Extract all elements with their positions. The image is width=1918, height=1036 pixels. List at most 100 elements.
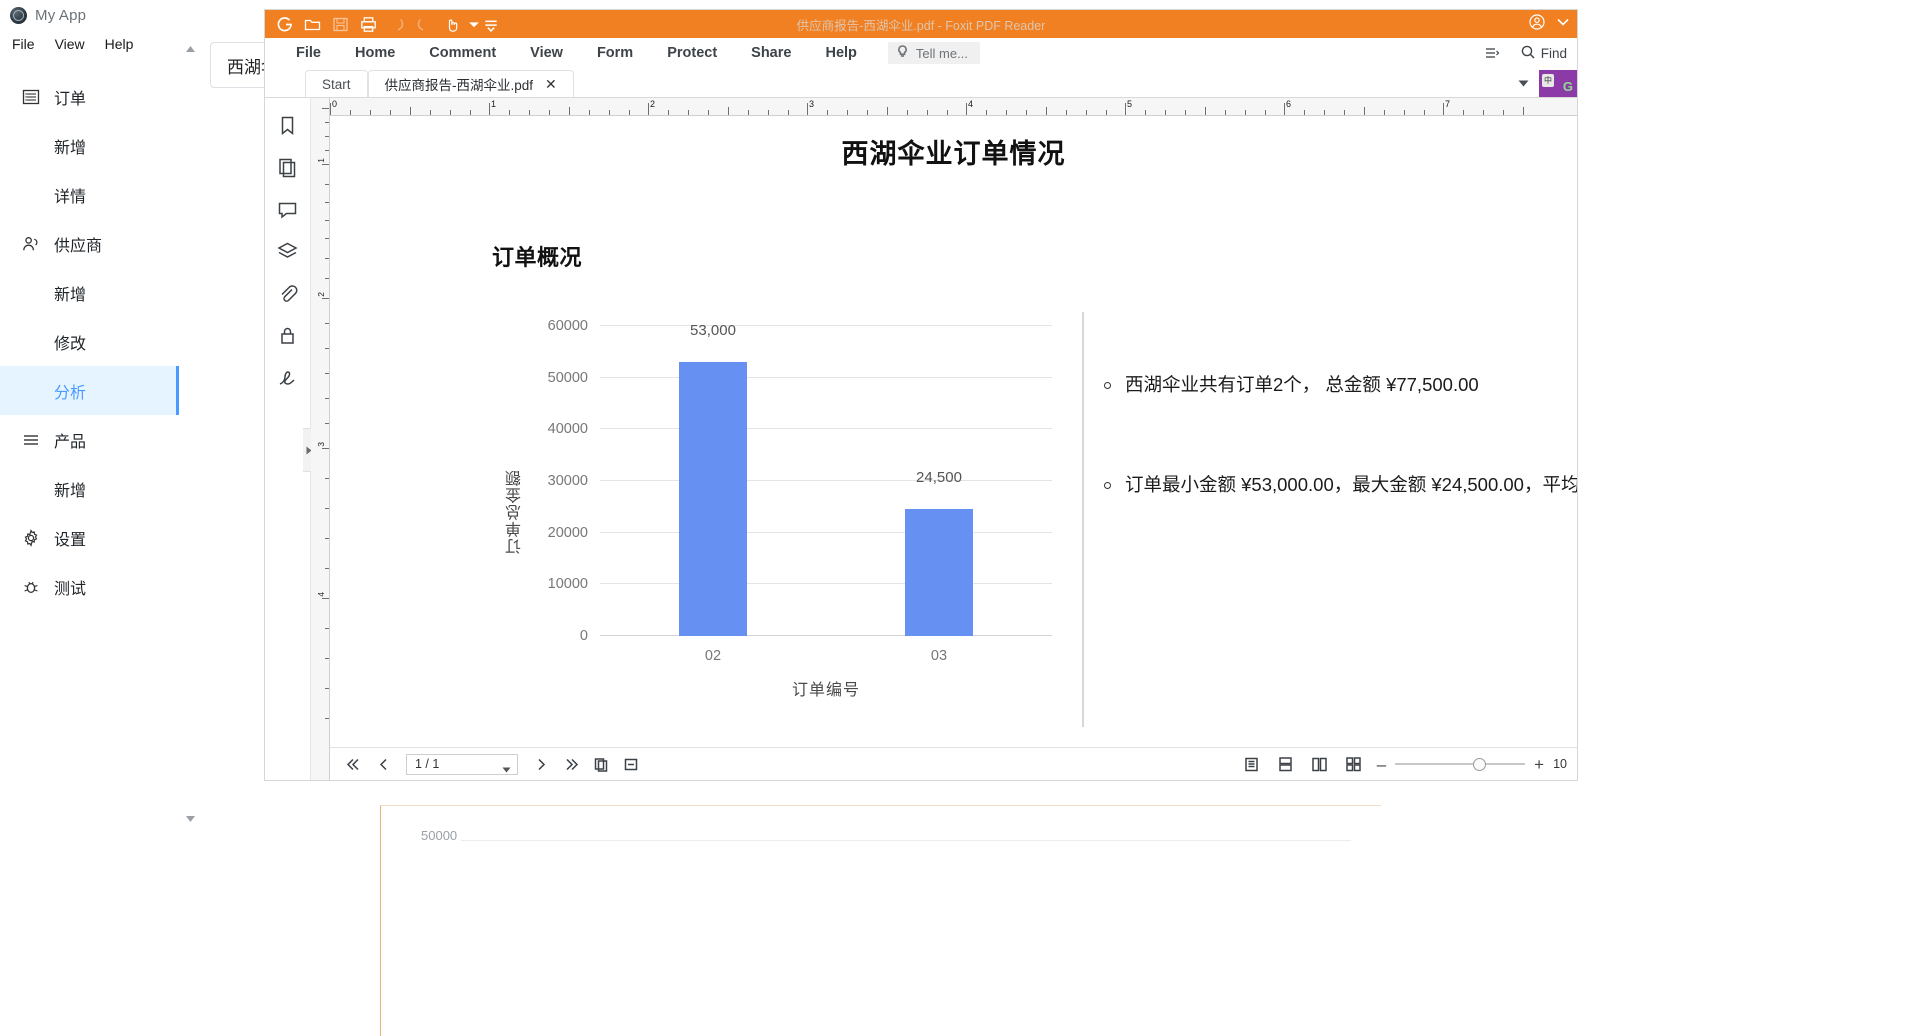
chart-gridline xyxy=(600,635,1052,636)
tell-me-search[interactable]: Tell me... xyxy=(887,42,980,64)
vertical-ruler-number: 1 xyxy=(316,158,326,163)
qat-customize-icon[interactable] xyxy=(484,13,498,35)
sidebar-item-orders-detail[interactable]: 详情 xyxy=(0,170,179,219)
account-icon[interactable] xyxy=(1529,13,1545,35)
sidebar-item-label: 详情 xyxy=(54,188,87,206)
save-icon[interactable] xyxy=(328,13,352,35)
scrollbar-track[interactable] xyxy=(179,58,201,810)
single-page-icon[interactable] xyxy=(1241,753,1263,775)
document-tab-strip: Start 供应商报告-西湖伞业.pdf ✕ 中 G xyxy=(265,69,1577,98)
sidebar-item-test[interactable]: 测试 xyxy=(0,562,179,611)
scroll-down-icon[interactable] xyxy=(179,810,201,828)
layers-icon[interactable] xyxy=(275,238,301,264)
chart-gridline xyxy=(600,531,1052,533)
fit-width-icon[interactable] xyxy=(620,753,642,775)
page-thumbnails-icon[interactable] xyxy=(275,154,301,180)
hand-tool-icon[interactable] xyxy=(440,13,464,35)
tab-help[interactable]: Help xyxy=(808,45,873,61)
security-icon[interactable] xyxy=(275,322,301,348)
facing-icon[interactable] xyxy=(1309,753,1331,775)
page-number-input[interactable]: 1 / 1 xyxy=(406,753,518,776)
last-page-icon[interactable] xyxy=(560,753,582,775)
previous-page-icon[interactable] xyxy=(372,753,394,775)
foxit-window-controls xyxy=(1529,10,1571,38)
foxit-side-panel xyxy=(265,98,316,780)
menu-view[interactable]: View xyxy=(55,36,85,52)
menu-file[interactable]: File xyxy=(12,36,35,52)
list-item: 西湖伞业共有订单2个， 总金额 ¥77,500.00 xyxy=(1104,370,1577,400)
fit-page-icon[interactable] xyxy=(590,753,612,775)
chart-y-tick-label: 30000 xyxy=(547,473,588,489)
signature-icon[interactable] xyxy=(275,364,301,390)
sidebar-item-orders[interactable]: 订单 xyxy=(0,72,179,121)
tab-share[interactable]: Share xyxy=(734,45,808,61)
pdf-page[interactable]: 西湖伞业订单情况 订单概况 订单总金额 0 10000 20000 30000 4000… xyxy=(330,116,1577,747)
horizontal-ruler: 0 1 2 3 4 5 6 7 xyxy=(330,98,1577,116)
zoom-knob[interactable] xyxy=(1473,758,1487,771)
h-ruler-number: 6 xyxy=(1286,99,1292,109)
zoom-slider[interactable]: – + 10 xyxy=(1377,756,1567,773)
sidebar-item-suppliers-analysis[interactable]: 分析 xyxy=(0,366,179,415)
h-ruler-number: 5 xyxy=(1127,99,1133,109)
bullet-icon xyxy=(1104,481,1111,489)
bookmark-icon[interactable] xyxy=(275,112,301,138)
next-page-icon[interactable] xyxy=(530,753,552,775)
ribbon-options-icon[interactable] xyxy=(1555,14,1571,35)
foxit-logo-icon[interactable] xyxy=(272,13,296,35)
tab-file[interactable]: File xyxy=(279,45,338,61)
sidebar-item-settings[interactable]: 设置 xyxy=(0,513,179,562)
tab-comment[interactable]: Comment xyxy=(412,45,513,61)
zoom-in-button[interactable]: + xyxy=(1534,756,1544,773)
chevron-down-icon[interactable] xyxy=(1508,74,1539,92)
list-icon xyxy=(22,88,40,106)
list-item: 订单最小金额 ¥53,000.00，最大金额 ¥24,500.00，平均金额 ¥… xyxy=(1104,470,1577,500)
chart-y-tick-label: 20000 xyxy=(547,524,588,541)
ribbon-tabs: File Home Comment View Form Protect Shar… xyxy=(265,42,980,64)
tab-home[interactable]: Home xyxy=(338,45,412,61)
redo-icon[interactable] xyxy=(412,13,436,35)
tab-form[interactable]: Form xyxy=(580,45,650,61)
undo-icon[interactable] xyxy=(384,13,408,35)
zoom-track[interactable] xyxy=(1395,758,1526,771)
background-chart-preview: 50000 xyxy=(380,805,1381,1036)
zoom-out-button[interactable]: – xyxy=(1377,756,1386,773)
sidebar-item-products[interactable]: 产品 xyxy=(0,415,179,464)
find-button[interactable]: Find xyxy=(1520,44,1567,63)
sidebar-item-suppliers-add[interactable]: 新增 xyxy=(0,268,179,317)
tab-start[interactable]: Start xyxy=(305,70,368,97)
chart-y-tick-label: 50000 xyxy=(547,369,588,386)
sidebar-item-suppliers-edit[interactable]: 修改 xyxy=(0,317,179,366)
tabstrip-right: 中 G xyxy=(1508,69,1577,97)
menu-help[interactable]: Help xyxy=(105,36,134,52)
avatar[interactable]: 中 G xyxy=(1539,69,1577,97)
foxit-body: 1 2 3 4 0 1 2 3 4 5 6 7 西湖伞业订单情况 订单概况 订单… xyxy=(265,98,1577,780)
continuous-icon[interactable] xyxy=(1275,753,1297,775)
comment-icon[interactable] xyxy=(275,196,301,222)
chart-bar xyxy=(905,509,973,636)
open-folder-icon[interactable] xyxy=(300,13,324,35)
facing-continuous-icon[interactable] xyxy=(1343,753,1365,775)
sidebar-item-label: 供应商 xyxy=(54,237,103,255)
h-ruler-number: 7 xyxy=(1445,99,1451,109)
zoom-value: 10 xyxy=(1553,757,1567,771)
tab-protect[interactable]: Protect xyxy=(650,45,734,61)
print-icon[interactable] xyxy=(356,13,380,35)
bullet-text: 西湖伞业共有订单2个， 总金额 ¥77,500.00 xyxy=(1125,374,1479,395)
sidebar-item-suppliers[interactable]: 供应商 xyxy=(0,219,179,268)
chart-gridline xyxy=(600,428,1052,430)
foxit-status-bar: 1 / 1 – + 10 xyxy=(330,747,1577,780)
people-icon xyxy=(22,235,40,253)
view-mode-icon[interactable] xyxy=(1484,45,1500,61)
tab-document[interactable]: 供应商报告-西湖伞业.pdf ✕ xyxy=(367,70,574,97)
sidebar-item-orders-add[interactable]: 新增 xyxy=(0,121,179,170)
chevron-down-icon[interactable] xyxy=(502,762,511,776)
first-page-icon[interactable] xyxy=(342,753,364,775)
quick-access-dropdown-icon[interactable] xyxy=(468,13,480,35)
chart-y-tick-label: 40000 xyxy=(547,421,588,438)
attachment-icon[interactable] xyxy=(275,280,301,306)
content-scrollbar[interactable] xyxy=(179,40,201,1032)
sidebar-item-products-add[interactable]: 新增 xyxy=(0,464,179,513)
tab-view[interactable]: View xyxy=(513,45,580,61)
scroll-up-icon[interactable] xyxy=(179,40,201,58)
close-icon[interactable]: ✕ xyxy=(545,77,557,91)
